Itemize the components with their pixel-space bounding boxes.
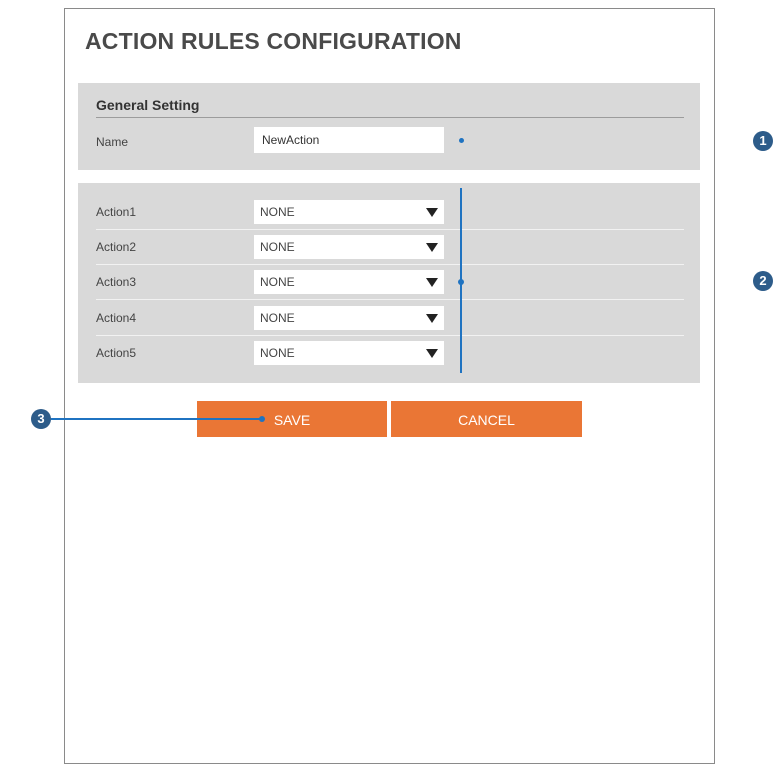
action4-label: Action4 — [96, 311, 137, 325]
name-label: Name — [96, 135, 129, 149]
dropdown-arrow-icon — [426, 243, 438, 252]
action2-value: NONE — [260, 240, 295, 254]
action1-select[interactable]: NONE — [254, 200, 444, 224]
dropdown-arrow-icon — [426, 349, 438, 358]
dropdown-arrow-icon — [426, 314, 438, 323]
callout-dot-icon — [259, 416, 265, 422]
section-title: General Setting — [96, 97, 200, 113]
row-divider — [96, 335, 684, 336]
action5-label: Action5 — [96, 346, 137, 360]
section-divider — [96, 117, 684, 118]
callout-leader-line — [51, 418, 262, 420]
dropdown-arrow-icon — [426, 278, 438, 287]
action1-value: NONE — [260, 205, 295, 219]
action2-select[interactable]: NONE — [254, 235, 444, 259]
cancel-button[interactable]: CANCEL — [391, 401, 582, 437]
row-divider — [96, 264, 684, 265]
callout-dot-icon — [458, 279, 464, 285]
action3-select[interactable]: NONE — [254, 270, 444, 294]
action1-label: Action1 — [96, 205, 137, 219]
action5-value: NONE — [260, 346, 295, 360]
action3-label: Action3 — [96, 275, 137, 289]
dropdown-arrow-icon — [426, 208, 438, 217]
row-divider — [96, 299, 684, 300]
name-input[interactable] — [254, 127, 444, 153]
action2-label: Action2 — [96, 240, 137, 254]
row-divider — [96, 229, 684, 230]
callout-badge-3: 3 — [31, 409, 51, 429]
action4-select[interactable]: NONE — [254, 306, 444, 330]
action3-value: NONE — [260, 275, 295, 289]
action4-value: NONE — [260, 311, 295, 325]
page-title: ACTION RULES CONFIGURATION — [85, 28, 462, 54]
required-dot-icon — [459, 138, 464, 143]
action5-select[interactable]: NONE — [254, 341, 444, 365]
callout-badge-2: 2 — [753, 271, 773, 291]
callout-badge-1: 1 — [753, 131, 773, 151]
